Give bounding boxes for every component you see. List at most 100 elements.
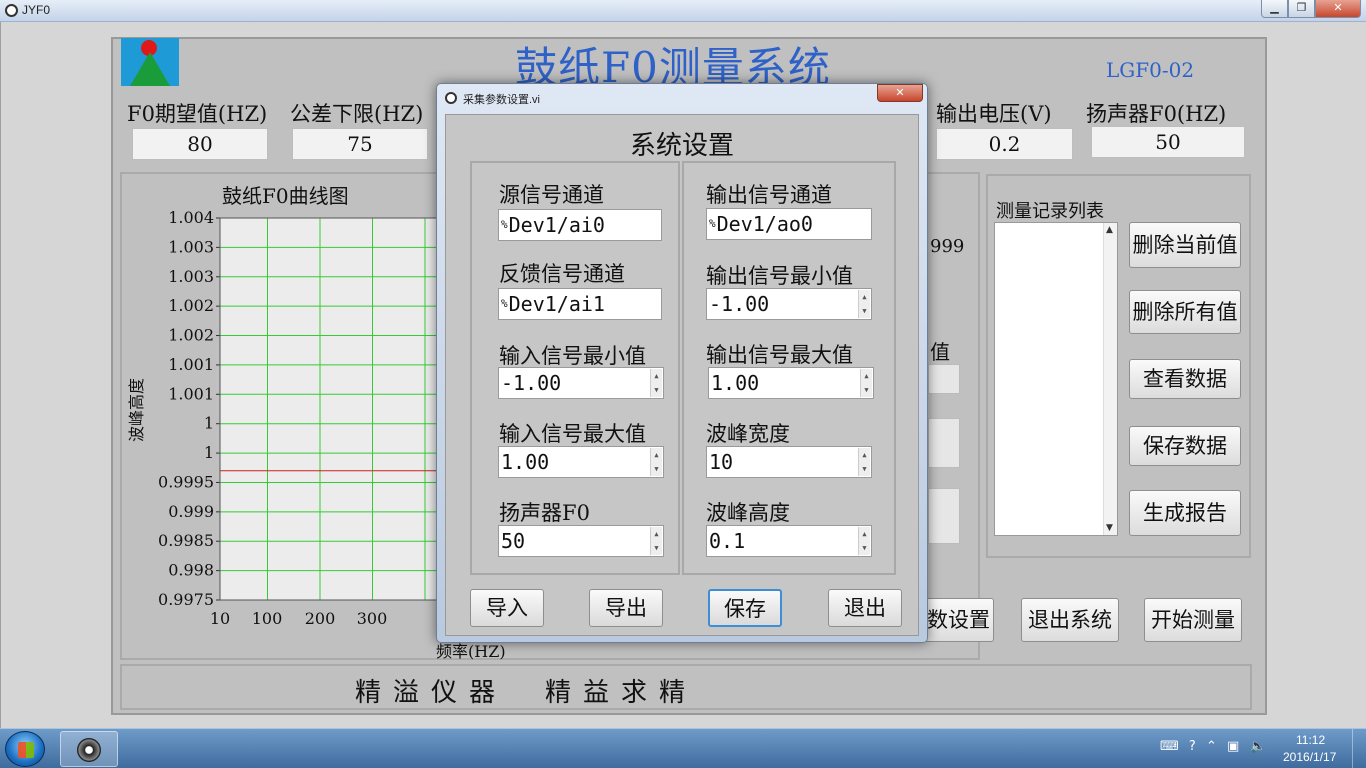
save-data-button[interactable]: 保存数据 — [1129, 426, 1241, 466]
input-min-input[interactable]: -1.00 ▲ ▼ — [498, 367, 664, 399]
save-button[interactable]: 保存 — [708, 589, 782, 627]
records-list[interactable]: ▲ ▼ — [994, 222, 1118, 536]
output-max-value: 1.00 — [711, 371, 760, 395]
y-tick-label: 0.999 — [168, 502, 214, 521]
clock-date[interactable]: 2016/1/17 — [1283, 750, 1336, 764]
start-measure-button[interactable]: 开始测量 — [1144, 598, 1242, 642]
generate-report-button[interactable]: 生成报告 — [1129, 490, 1241, 536]
peak-height-input[interactable]: 0.1 ▲ ▼ — [706, 525, 872, 557]
spinner-icon[interactable]: ▲ ▼ — [650, 527, 662, 555]
output-min-label: 输出信号最小值 — [706, 264, 853, 288]
clock-time[interactable]: 11:12 — [1296, 733, 1325, 747]
y-tick-label: 1 — [204, 414, 214, 433]
dialog-titlebar[interactable]: 采集参数设置.vi ✕ — [437, 84, 927, 110]
model-code: LGF0-02 — [1106, 58, 1195, 82]
speaker-f0-dialog-label: 扬声器F0 — [499, 501, 590, 525]
spinner-icon[interactable]: ▲ ▼ — [858, 290, 870, 318]
x-tick-label: 10 — [210, 609, 230, 628]
y-tick-label: 1.002 — [168, 326, 214, 345]
x-tick-label: 100 — [252, 609, 283, 628]
app-icon — [5, 4, 18, 17]
x-tick-label: 300 — [357, 609, 388, 628]
view-data-button[interactable]: 查看数据 — [1129, 359, 1241, 399]
dialog-close-button[interactable]: ✕ — [877, 84, 923, 102]
source-channel-label: 源信号通道 — [499, 183, 604, 207]
spinner-icon[interactable]: ▲ ▼ — [858, 448, 870, 476]
input-min-label: 输入信号最小值 — [499, 344, 646, 368]
value-box-1 — [928, 364, 960, 394]
records-scrollbar[interactable]: ▲ ▼ — [1103, 223, 1117, 535]
network-icon[interactable]: ▣ — [1227, 739, 1239, 754]
tray-expand-icon[interactable]: ⌃ — [1206, 739, 1217, 754]
output-max-input[interactable]: 1.00 ▲ ▼ — [708, 367, 874, 399]
help-icon[interactable]: ? — [1189, 739, 1196, 754]
minimize-button[interactable]: ▁ — [1261, 0, 1288, 18]
tolerance-lower-label: 公差下限(HZ) — [290, 102, 424, 126]
speaker-f0-value[interactable]: 50 — [1091, 126, 1245, 158]
speaker-f0-dialog-value: 50 — [501, 529, 526, 553]
y-tick-label: 1 — [204, 443, 214, 462]
exit-button[interactable]: 退出 — [828, 589, 902, 627]
y-tick-label: 1.001 — [168, 384, 214, 403]
delete-current-button[interactable]: 删除当前值 — [1129, 222, 1241, 268]
output-channel-label: 输出信号通道 — [706, 183, 832, 207]
delete-all-button[interactable]: 删除所有值 — [1129, 290, 1241, 334]
maximize-button[interactable]: ❐ — [1288, 0, 1315, 18]
slogan: 精溢仪器 精益求精 — [355, 678, 698, 708]
y-tick-label: 0.998 — [168, 561, 214, 580]
f0-expected-value[interactable]: 80 — [132, 128, 268, 160]
volume-icon[interactable]: 🔈 — [1249, 739, 1265, 754]
spinner-icon[interactable]: ▲ ▼ — [650, 448, 662, 476]
taskbar: ⌨ ? ⌃ ▣ 🔈 11:12 2016/1/17 — [0, 728, 1366, 768]
output-channel-value: Dev1/ao0 — [716, 212, 813, 236]
value-box-2 — [928, 418, 960, 468]
taskbar-app-item[interactable] — [60, 731, 118, 767]
output-min-input[interactable]: -1.00 ▲ ▼ — [706, 288, 872, 320]
peak-height-label: 波峰高度 — [706, 501, 790, 525]
channel-prefix-icon: % — [709, 217, 716, 230]
y-tick-label: 1.002 — [168, 296, 214, 315]
dialog-icon — [445, 92, 457, 104]
company-logo — [121, 38, 179, 86]
peak-height-value: 0.1 — [709, 529, 746, 553]
close-button[interactable]: ✕ — [1315, 0, 1361, 18]
feedback-channel-value: Dev1/ai1 — [508, 292, 605, 316]
export-button[interactable]: 导出 — [589, 589, 663, 627]
show-desktop-button[interactable] — [1352, 729, 1366, 768]
output-channel-input[interactable]: %Dev1/ao0 — [706, 208, 872, 240]
import-button[interactable]: 导入 — [470, 589, 544, 627]
source-channel-input[interactable]: %Dev1/ai0 — [498, 209, 662, 241]
dialog-body: 系统设置 源信号通道 %Dev1/ai0 反馈信号通道 %Dev1/ai1 输入… — [445, 114, 919, 636]
keyboard-icon[interactable]: ⌨ — [1160, 739, 1179, 754]
settings-button-partial[interactable]: 数设置 — [924, 598, 994, 642]
spinner-icon[interactable]: ▲ ▼ — [650, 369, 662, 397]
spinner-icon[interactable]: ▲ ▼ — [860, 369, 872, 397]
scroll-up-icon[interactable]: ▲ — [1106, 225, 1113, 235]
exit-system-button[interactable]: 退出系统 — [1021, 598, 1119, 642]
peak-width-input[interactable]: 10 ▲ ▼ — [706, 446, 872, 478]
input-max-input[interactable]: 1.00 ▲ ▼ — [498, 446, 664, 478]
tolerance-lower-value[interactable]: 75 — [292, 128, 428, 160]
windows-logo-icon — [18, 742, 34, 758]
output-voltage-value[interactable]: 0.2 — [936, 128, 1073, 160]
y-tick-label: 1.003 — [168, 237, 214, 256]
dialog-title: 采集参数设置.vi — [463, 94, 540, 106]
spinner-icon[interactable]: ▲ ▼ — [858, 527, 870, 555]
scroll-down-icon[interactable]: ▼ — [1106, 523, 1113, 533]
input-min-value: -1.00 — [501, 371, 562, 395]
speaker-f0-input[interactable]: 50 ▲ ▼ — [498, 525, 664, 557]
start-button[interactable] — [5, 731, 45, 767]
output-min-value: -1.00 — [709, 292, 770, 316]
f0-chart: 1.004 1.003 1.003 1.002 1.002 1.001 1.001 1 1 0.9… — [127, 208, 450, 628]
plot-area — [220, 218, 450, 600]
y-tick-label: 1.003 — [168, 267, 214, 286]
x-tick-label: 200 — [305, 609, 336, 628]
system-tray[interactable]: ⌨ ? ⌃ ▣ 🔈 — [1160, 739, 1272, 754]
window-titlebar[interactable]: JYF0 ▁ ❐ ✕ — [0, 0, 1366, 22]
channel-prefix-icon: % — [501, 297, 508, 310]
peak-width-label: 波峰宽度 — [706, 422, 790, 446]
readout-partial: 999 — [930, 236, 965, 257]
y-tick-label: 0.9995 — [158, 472, 214, 491]
f0-expected-label: F0期望值(HZ) — [127, 102, 268, 126]
feedback-channel-input[interactable]: %Dev1/ai1 — [498, 288, 662, 320]
